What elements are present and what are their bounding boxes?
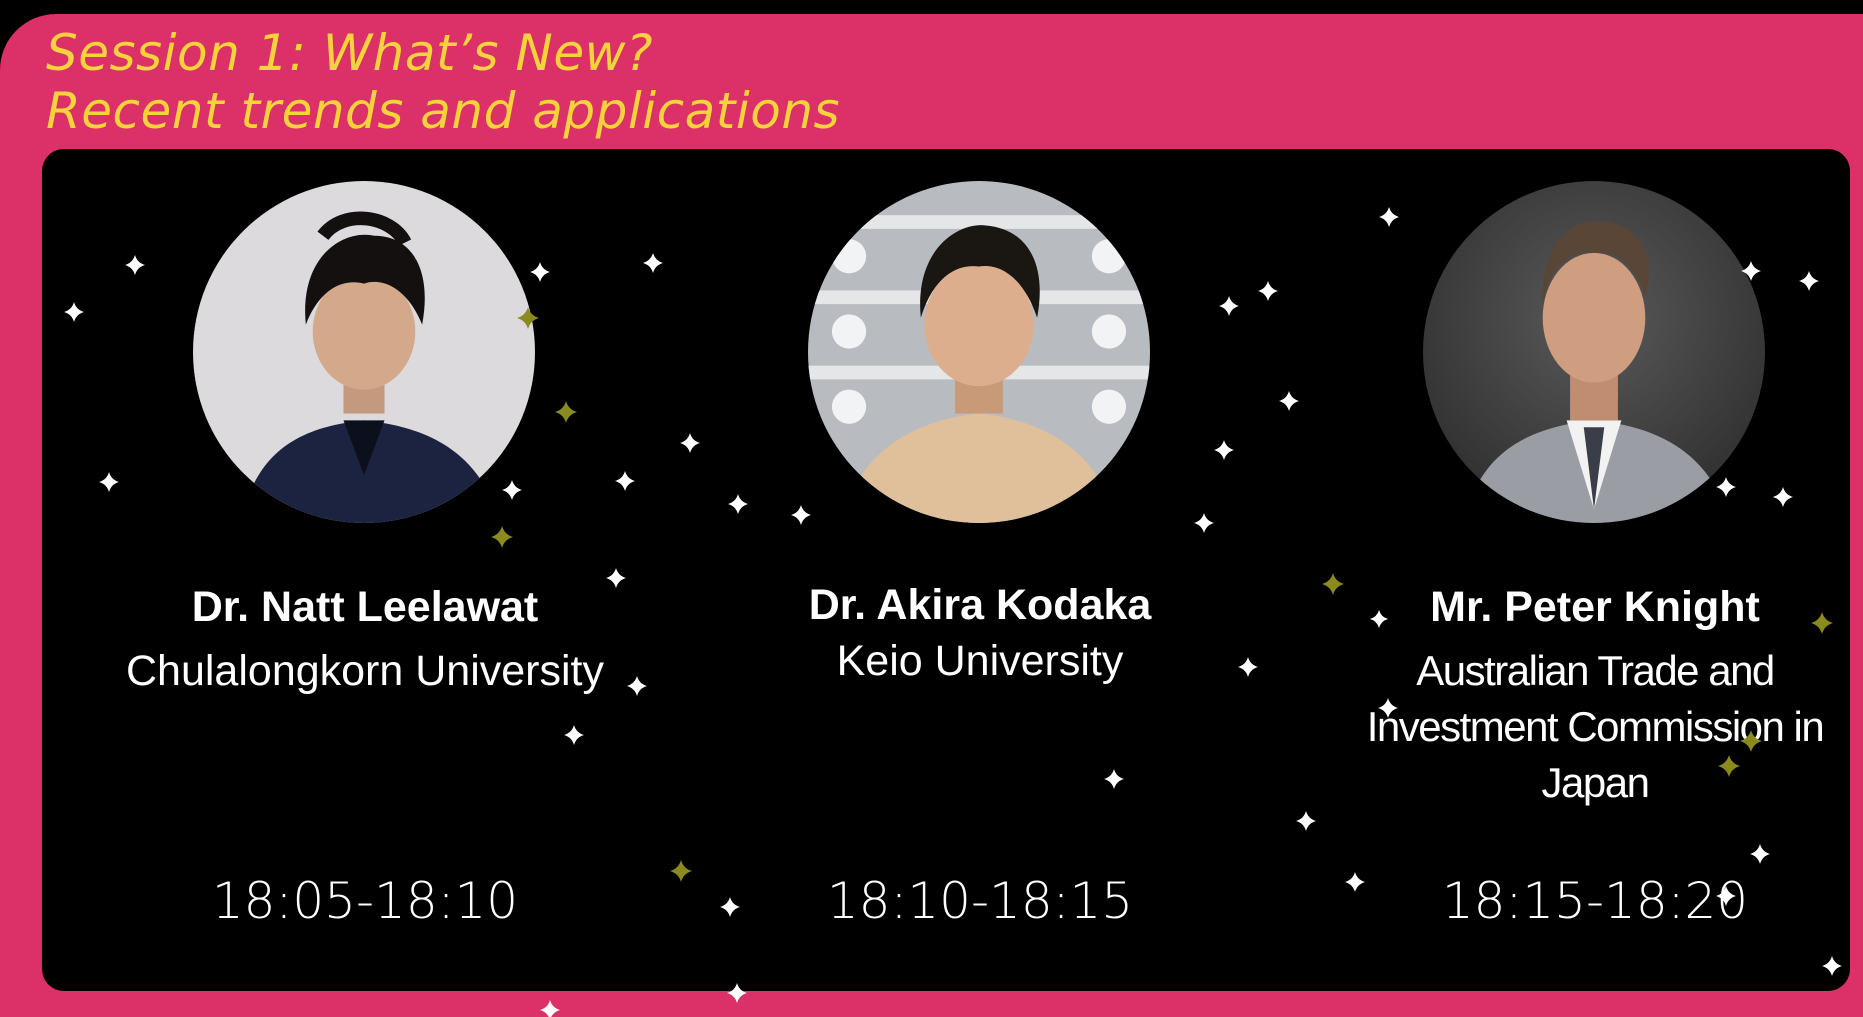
speaker-card-natt-leelawat: Dr. Natt Leelawat Chulalongkorn Universi… [105,149,625,991]
speaker-card-peter-knight: Mr. Peter Knight Australian Trade and In… [1335,149,1850,991]
speaker-photo-natt-leelawat [193,181,535,523]
speaker-name: Dr. Akira Kodaka [808,581,1152,629]
speaker-affiliation: Keio University [836,637,1124,685]
speaker-time-slot: 18:05-18:10 [211,872,519,930]
speaker-time-slot: 18:15-18:20 [1441,872,1749,930]
session-title: Session 1: What’s New? Recent trends and… [46,24,840,140]
speaker-card-akira-kodaka: Dr. Akira Kodaka Keio University 18:10-1… [720,149,1240,991]
session-title-line-1: Session 1: What’s New? [46,24,654,82]
speaker-name: Dr. Natt Leelawat [191,583,539,631]
speaker-time-slot: 18:10-18:15 [826,872,1134,930]
speaker-photo-akira-kodaka [808,181,1150,523]
session-title-line-2: Recent trends and applications [46,82,841,140]
speakers-panel: Dr. Natt Leelawat Chulalongkorn Universi… [42,149,1850,991]
speaker-affiliation: Australian Trade and Investment Commissi… [1366,647,1825,806]
speaker-affiliation: Chulalongkorn University [126,647,604,695]
speaker-name: Mr. Peter Knight [1430,583,1760,631]
speaker-photo-peter-knight [1423,181,1765,523]
